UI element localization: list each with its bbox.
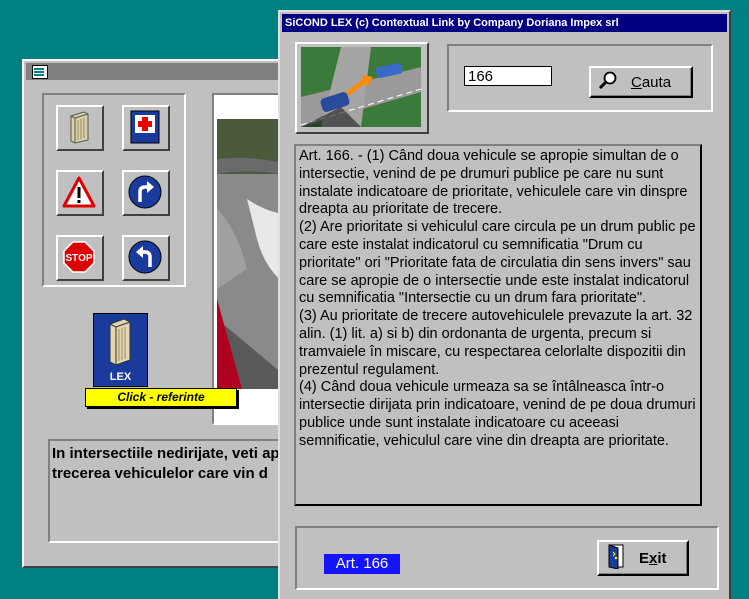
book-icon — [70, 111, 89, 144]
lex-label: LEX — [109, 371, 132, 383]
first-aid-tile[interactable] — [122, 105, 170, 151]
bottom-panel: Art. 166 Exit — [295, 526, 719, 590]
article-text-panel: Art. 166. - (1) Când doua vehicule se ap… — [294, 144, 702, 506]
scenario-thumbnail — [295, 42, 429, 134]
click-referinte-button[interactable]: Click - referinte — [85, 388, 237, 407]
article-paragraph: (2) Are prioritate si vehiculul care cir… — [299, 219, 696, 307]
stop-tile[interactable]: STOP — [56, 235, 104, 281]
lex-link[interactable]: LEX Click - referinte — [84, 311, 237, 411]
article-number-input[interactable] — [464, 66, 552, 86]
book-icon — [109, 318, 131, 366]
article-text: Art. 166. - (1) Când doua vehicule se ap… — [299, 148, 697, 451]
system-menu-icon[interactable] — [32, 65, 48, 79]
search-icon — [598, 71, 617, 90]
article-paragraph: Art. 166. - (1) Când doua vehicule se ap… — [299, 148, 688, 218]
lex-badge[interactable]: LEX — [93, 313, 148, 387]
description-text: In intersectiile nedirijate, veti ap tre… — [50, 441, 314, 487]
first-aid-icon — [130, 110, 160, 144]
exit-label: Exit — [639, 550, 667, 567]
search-panel: Cauta — [447, 44, 713, 112]
stop-sign-icon: STOP — [63, 241, 95, 273]
article-paragraph: (3) Au prioritate de trecere autovehicul… — [299, 308, 693, 378]
sicond-lex-window: SiCOND LEX (c) Contextual Link by Compan… — [278, 10, 731, 599]
exit-door-icon — [608, 544, 624, 569]
turn-left-tile[interactable] — [122, 235, 170, 281]
article-paragraph: (4) Când doua vehicule urmeaza sa se înt… — [299, 379, 696, 449]
article-badge: Art. 166 — [324, 554, 400, 574]
warning-tile[interactable] — [56, 170, 104, 216]
window-title[interactable]: SiCOND LEX (c) Contextual Link by Compan… — [282, 14, 727, 32]
cauta-button[interactable]: Cauta — [589, 66, 693, 98]
sign-category-panel: STOP — [42, 93, 186, 287]
book-tile[interactable] — [56, 105, 104, 151]
cauta-label: Cauta — [631, 74, 672, 91]
exit-button[interactable]: Exit — [597, 540, 689, 576]
turn-left-icon — [128, 240, 162, 274]
description-line: In intersectiile nedirijate, veti ap — [52, 445, 280, 462]
description-line: trecerea vehiculelor care vin d — [52, 465, 268, 482]
turn-right-icon — [128, 175, 162, 209]
description-box: In intersectiile nedirijate, veti ap tre… — [48, 439, 316, 543]
turn-right-tile[interactable] — [122, 170, 170, 216]
svg-text:STOP: STOP — [65, 253, 92, 264]
scenario-image — [301, 47, 421, 127]
warning-triangle-icon — [62, 176, 96, 208]
